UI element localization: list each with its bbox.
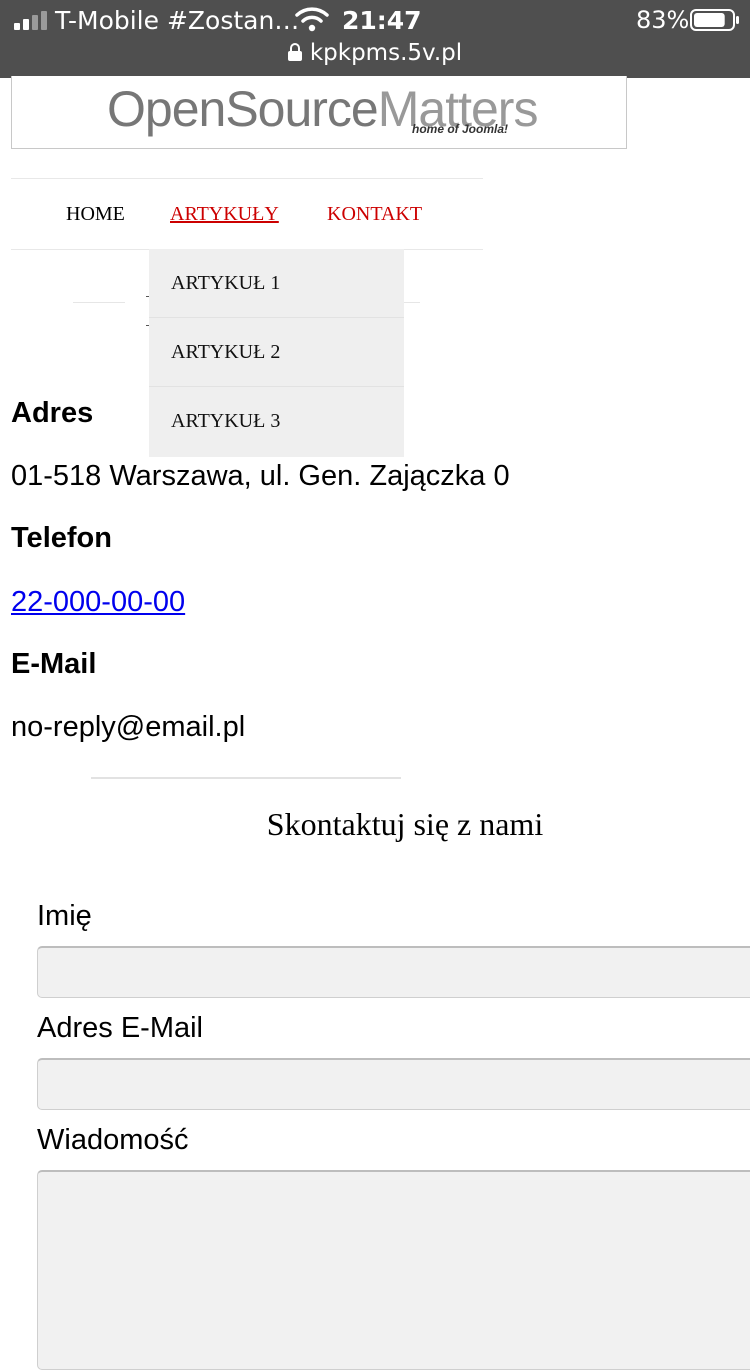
message-field[interactable] (37, 1170, 750, 1370)
logo-text-main: OpenSource (107, 81, 379, 137)
battery-icon (690, 9, 739, 31)
battery-percent: 83% (636, 6, 690, 34)
section-divider (91, 777, 401, 779)
dropdown-item-artykul-2[interactable]: ARTYKUŁ 2 (149, 318, 404, 387)
lock-icon (287, 43, 302, 61)
email-value: no-reply@email.pl (11, 711, 246, 743)
wifi-icon (295, 7, 329, 32)
carrier-name: T-Mobile #Zostan… (55, 6, 300, 35)
nav-item-artykuly[interactable]: ARTYKUŁY (170, 203, 279, 226)
address-value: 01-518 Warszawa, ul. Gen. Zajączka 0 (11, 460, 510, 492)
nav-item-kontakt[interactable]: KONTAKT (327, 203, 422, 226)
name-field[interactable] (37, 946, 750, 998)
dropdown-item-artykul-3[interactable]: ARTYKUŁ 3 (149, 387, 404, 456)
address-bar[interactable]: kpkpms.5v.pl (0, 40, 750, 66)
message-label: Wiadomość (37, 1124, 189, 1156)
email-field[interactable] (37, 1058, 750, 1110)
phone-heading: Telefon (11, 522, 112, 554)
url-text: kpkpms.5v.pl (309, 40, 463, 66)
contact-form-title: Skontaktuj się z nami (266, 806, 544, 842)
address-heading: Adres (11, 397, 94, 429)
status-bar: T-Mobile #Zostan… 21:47 83% kpkpms.5v.pl (0, 0, 750, 78)
background-divider-left (73, 302, 125, 303)
main-nav: HOME ARTYKUŁY KONTAKT (11, 178, 483, 250)
name-label: Imię (37, 900, 92, 932)
email-heading: E-Mail (11, 648, 97, 680)
email-label: Adres E-Mail (37, 1012, 203, 1044)
phone-link[interactable]: 22-000-00-00 (11, 586, 185, 618)
battery-fill (694, 13, 725, 27)
clock-time: 21:47 (342, 6, 422, 35)
signal-icon (14, 11, 47, 30)
articles-dropdown: ARTYKUŁ 1 ARTYKUŁ 2 ARTYKUŁ 3 (149, 249, 404, 457)
logo-tagline: home of Joomla! (412, 122, 509, 136)
dropdown-item-artykul-1[interactable]: ARTYKUŁ 1 (149, 249, 404, 318)
background-divider-right (404, 302, 420, 303)
nav-item-home[interactable]: HOME (66, 203, 125, 226)
site-logo[interactable]: OpenSourceMatters home of Joomla! (11, 76, 627, 149)
